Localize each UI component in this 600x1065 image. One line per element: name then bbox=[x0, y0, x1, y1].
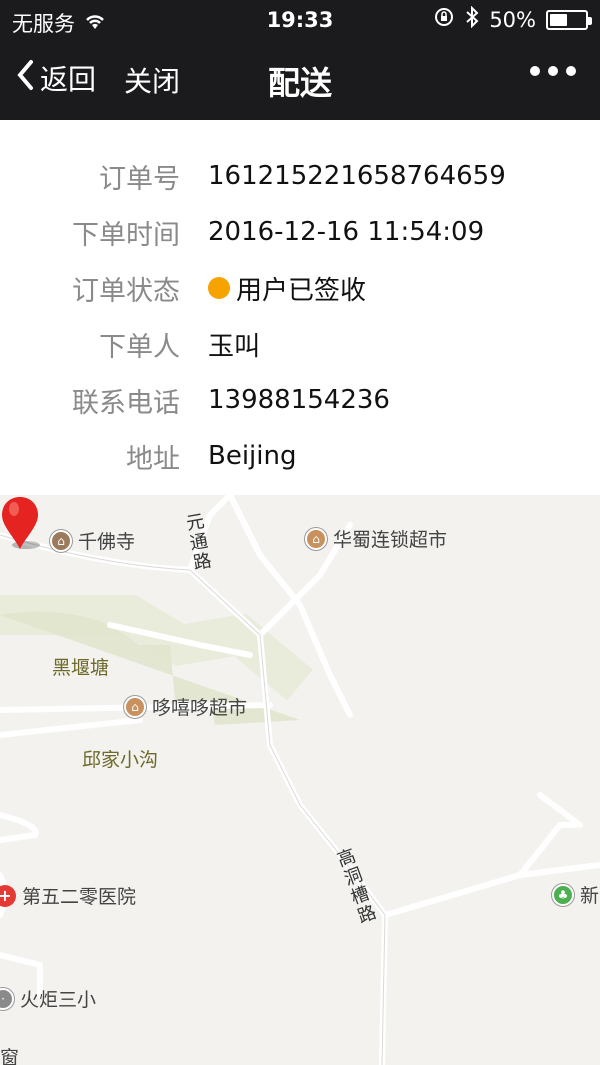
phone-value[interactable]: 13988154236 bbox=[180, 385, 390, 415]
phone-row: 联系电话 13988154236 bbox=[0, 372, 600, 428]
school-icon: · bbox=[0, 987, 14, 1010]
order-number-row: 订单号 161215221658764659 bbox=[0, 148, 600, 204]
order-number-label: 订单号 bbox=[99, 163, 180, 195]
map-roads bbox=[0, 495, 600, 1065]
more-dots-icon[interactable] bbox=[530, 66, 576, 76]
address-value: Beijing bbox=[208, 441, 297, 471]
shop-icon: ⌂ bbox=[305, 527, 327, 550]
poi-temple[interactable]: ⌂ 千佛寺 bbox=[50, 527, 135, 554]
rotation-lock-icon bbox=[433, 6, 455, 33]
area-label-qiujiaxiaogou: 邱家小沟 bbox=[82, 749, 159, 771]
poi-school[interactable]: · 火炬三小 bbox=[0, 985, 96, 1012]
battery-icon bbox=[546, 9, 592, 30]
phone-label: 联系电话 bbox=[72, 387, 180, 419]
temple-icon: ⌂ bbox=[50, 529, 72, 552]
order-status-value: 用户已签收 bbox=[236, 275, 367, 306]
battery-percent: 50% bbox=[489, 7, 536, 32]
status-bar: 无服务 19:33 50% bbox=[0, 0, 600, 40]
customer-label: 下单人 bbox=[99, 331, 180, 363]
poi-hospital[interactable]: + 第五二零医院 bbox=[0, 882, 136, 909]
hospital-icon: + bbox=[0, 884, 16, 907]
poi-park[interactable]: ♣ 新 bbox=[552, 881, 599, 908]
customer-row: 下单人 玉叫 bbox=[0, 316, 600, 372]
poi-supermarket-huashu[interactable]: ⌂ 华蜀连锁超市 bbox=[305, 525, 447, 552]
poi-partial[interactable]: 窗 bbox=[0, 1043, 19, 1065]
battery-fill bbox=[550, 13, 567, 26]
address-label: 地址 bbox=[126, 443, 180, 475]
order-status-row: 订单状态 用户已签收 bbox=[0, 260, 600, 316]
order-time-label: 下单时间 bbox=[72, 219, 180, 251]
navigation-bar: 返回 关闭 配送 bbox=[0, 40, 600, 120]
status-dot-icon bbox=[208, 277, 230, 299]
poi-supermarket-duoxi[interactable]: ⌂ 哆嘻哆超市 bbox=[124, 693, 247, 720]
delivery-map[interactable]: ⌂ 千佛寺 ⌂ 华蜀连锁超市 ⌂ 哆嘻哆超市 + 第五二零医院 · 火炬三小 ♣… bbox=[0, 495, 600, 1065]
bluetooth-icon bbox=[465, 5, 479, 33]
order-details: 订单号 161215221658764659 下单时间 2016-12-16 1… bbox=[0, 120, 600, 495]
address-row: 地址 Beijing bbox=[0, 428, 600, 484]
area-label-heiyantang: 黑堰塘 bbox=[52, 657, 110, 679]
location-pin-icon[interactable] bbox=[0, 495, 40, 551]
shop-icon: ⌂ bbox=[124, 695, 146, 718]
order-time-row: 下单时间 2016-12-16 11:54:09 bbox=[0, 204, 600, 260]
order-number-value: 161215221658764659 bbox=[208, 161, 506, 191]
page-title: 配送 bbox=[267, 64, 332, 102]
order-time-value: 2016-12-16 11:54:09 bbox=[208, 217, 485, 247]
order-status-label: 订单状态 bbox=[72, 275, 180, 307]
park-icon: ♣ bbox=[552, 883, 574, 906]
top-bar: 无服务 19:33 50% 返回 关闭 配送 bbox=[0, 0, 600, 120]
customer-value: 玉叫 bbox=[208, 331, 261, 362]
